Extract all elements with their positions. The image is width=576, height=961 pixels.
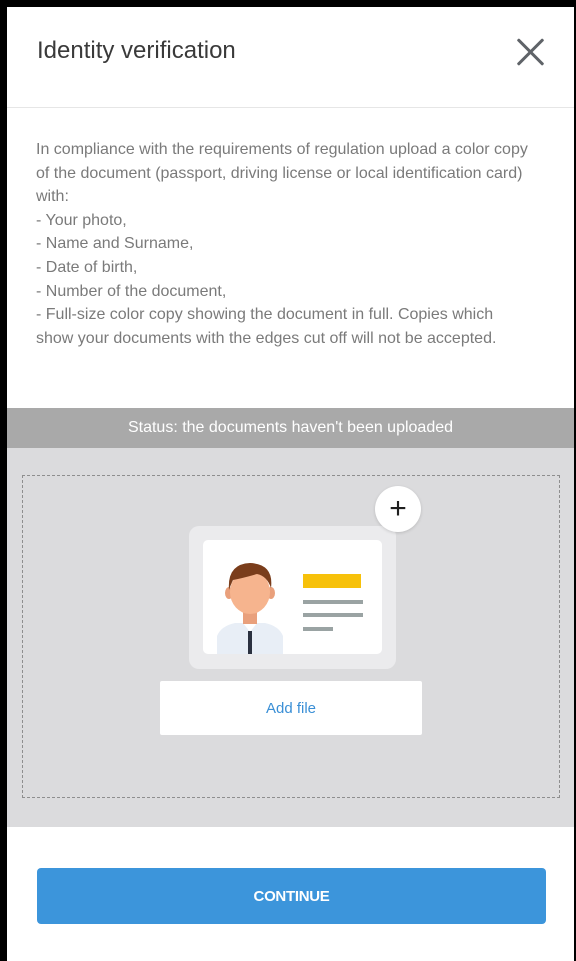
instructions-item-photo: - Your photo, (36, 211, 127, 229)
modal-header: Identity verification (7, 7, 574, 108)
upload-status-bar: Status: the documents haven't been uploa… (7, 408, 574, 448)
plus-symbol: + (389, 492, 407, 525)
add-file-button[interactable]: Add file (160, 681, 422, 735)
upload-area: + Add file (7, 448, 574, 827)
close-icon[interactable] (514, 36, 546, 68)
file-drop-zone[interactable]: + Add file (22, 475, 560, 798)
plus-icon[interactable]: + (375, 486, 421, 532)
instructions: In compliance with the requirements of r… (7, 108, 574, 408)
instructions-item-name: - Name and Surname, (36, 235, 194, 253)
instructions-item-fullsize: - Full-size color copy showing the docum… (36, 306, 497, 347)
identity-verification-modal: Identity verification In compliance with… (7, 7, 574, 961)
continue-button[interactable]: CONTINUE (37, 868, 546, 924)
id-card-graphic (203, 540, 382, 654)
instructions-intro: In compliance with the requirements of r… (36, 141, 528, 206)
person-avatar-icon (217, 563, 363, 654)
id-card-icon (189, 526, 396, 669)
instructions-item-number: - Number of the document, (36, 282, 227, 300)
instructions-item-dob: - Date of birth, (36, 258, 138, 276)
status-text: Status: the documents haven't been uploa… (127, 419, 454, 436)
modal-footer: CONTINUE (7, 827, 574, 924)
modal-title: Identity verification (37, 37, 236, 64)
